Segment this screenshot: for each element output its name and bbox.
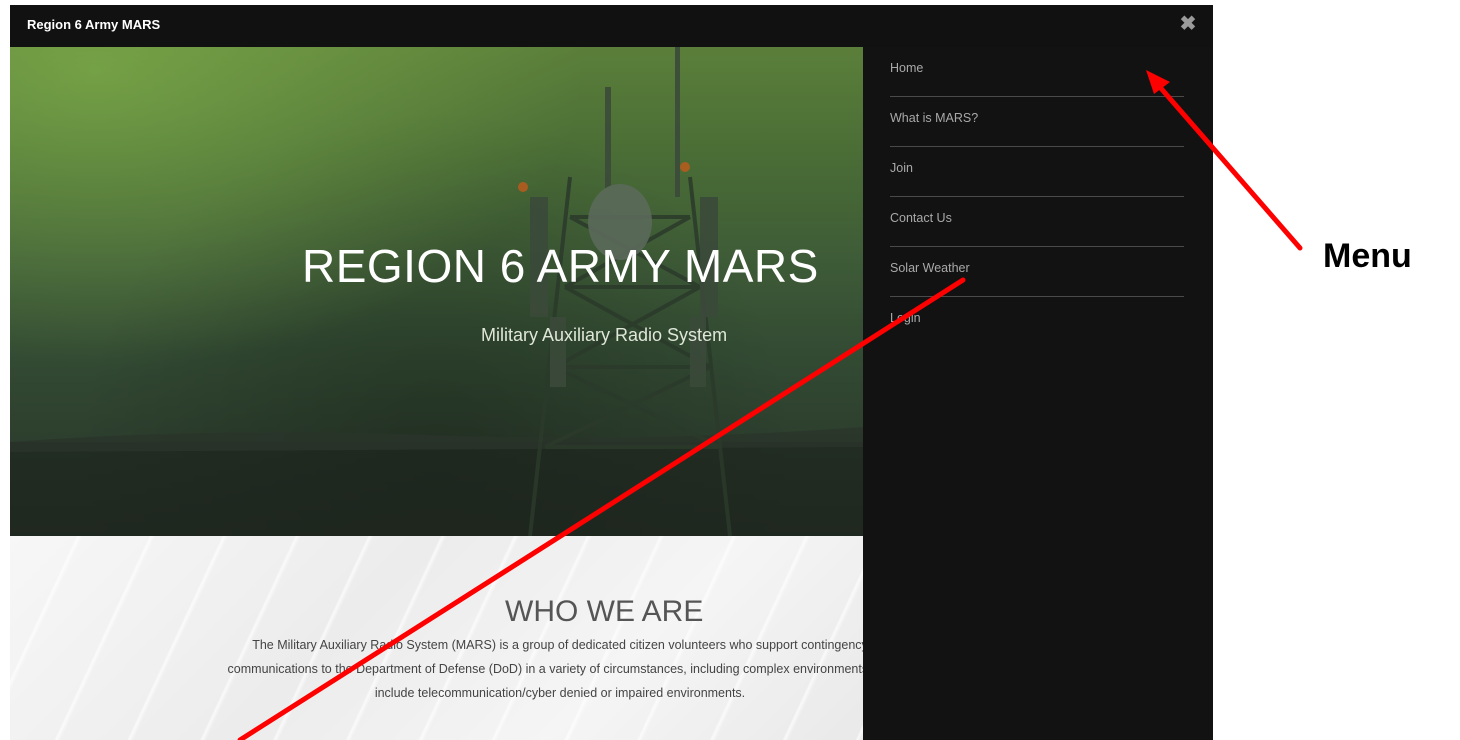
site-title[interactable]: Region 6 Army MARS: [27, 17, 160, 32]
annotation-label: Menu: [1323, 237, 1412, 275]
menu-item-home[interactable]: Home: [890, 47, 1184, 97]
section-title: WHO WE ARE: [505, 595, 704, 628]
body-line: include telecommunication/cyber denied o…: [374, 686, 746, 700]
hero-title: REGION 6 ARMY MARS: [302, 240, 819, 292]
body-line: The Military Auxiliary Radio System (MAR…: [252, 638, 863, 652]
browser-viewport: Region 6 Army MARS ✖ REGION 6 ARMY MARS …: [10, 5, 1213, 740]
top-bar: Region 6 Army MARS ✖: [10, 5, 1213, 47]
slide-menu: Home What is MARS? Join Contact Us Solar…: [863, 47, 1213, 740]
hero-subtitle: Military Auxiliary Radio System: [481, 325, 728, 345]
body-line: communications to the Department of Defe…: [227, 662, 863, 676]
menu-item-join[interactable]: Join: [890, 147, 1184, 197]
menu-item-login[interactable]: Login: [890, 297, 1184, 347]
close-icon[interactable]: ✖: [1177, 13, 1199, 35]
hero-banner: REGION 6 ARMY MARS Military Auxiliary Ra…: [10, 47, 863, 536]
menu-item-contact-us[interactable]: Contact Us: [890, 197, 1184, 247]
menu-item-solar-weather[interactable]: Solar Weather: [890, 247, 1184, 297]
menu-item-what-is-mars[interactable]: What is MARS?: [890, 97, 1184, 147]
section-body: The Military Auxiliary Radio System (MAR…: [210, 633, 863, 705]
who-we-are-section: WHO WE ARE The Military Auxiliary Radio …: [10, 536, 863, 740]
